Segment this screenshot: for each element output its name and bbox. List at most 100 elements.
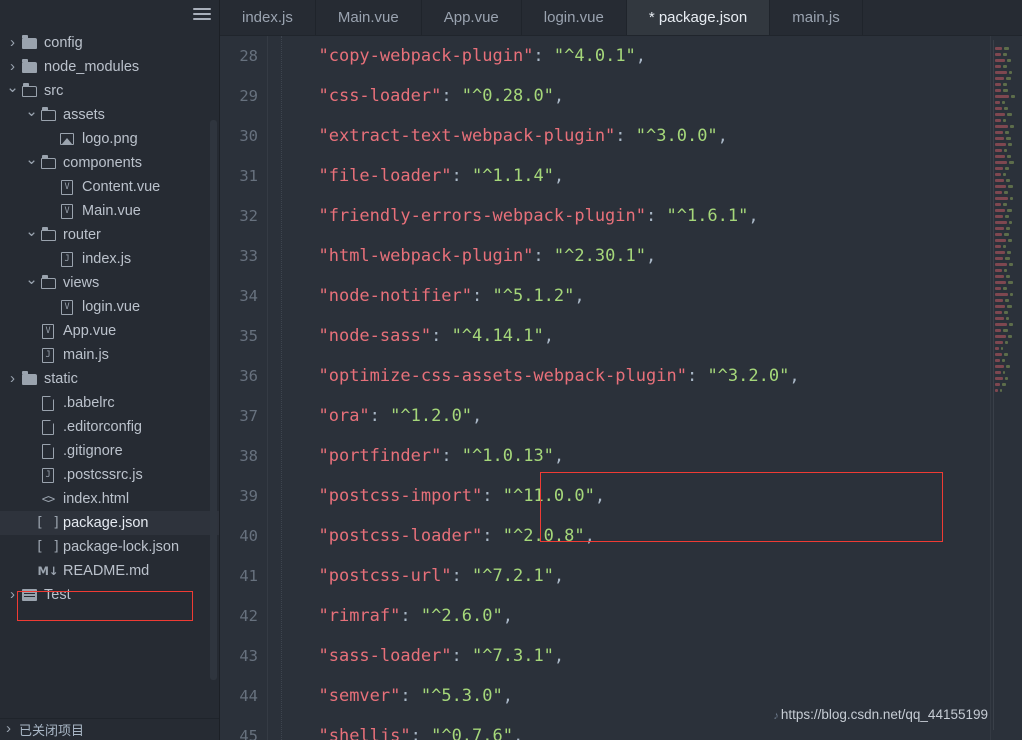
- chevron-down-icon[interactable]: [25, 276, 38, 291]
- code-line[interactable]: "file-loader": "^1.1.4",: [298, 156, 1022, 196]
- tree-item-readme-md[interactable]: M↓ README.md: [0, 559, 220, 583]
- tree-item-components[interactable]: components: [0, 151, 220, 175]
- code-line[interactable]: "rimraf": "^2.6.0",: [298, 596, 1022, 636]
- folder-icon: [21, 370, 37, 385]
- tree-item-content-vue[interactable]: V Content.vue: [0, 175, 220, 199]
- code-comma: ,: [502, 686, 513, 706]
- tree-item-label: node_modules: [44, 59, 140, 75]
- code-line[interactable]: "sass-loader": "^7.3.1",: [298, 636, 1022, 676]
- tree-item-assets[interactable]: assets: [0, 103, 220, 127]
- tab-label: main.js: [792, 9, 840, 26]
- code-line[interactable]: "postcss-loader": "^2.0.8",: [298, 516, 1022, 556]
- code-line[interactable]: "css-loader": "^0.28.0",: [298, 76, 1022, 116]
- chevron-down-icon[interactable]: [25, 228, 38, 243]
- tree-item-label: components: [63, 155, 142, 171]
- tree-item-label: index.js: [82, 251, 132, 267]
- tab-login-vue[interactable]: login.vue: [522, 0, 627, 35]
- code-text[interactable]: "copy-webpack-plugin": "^4.0.1", "css-lo…: [282, 36, 1022, 740]
- hamburger-bar: [193, 8, 211, 10]
- chevron-right-icon[interactable]: [6, 372, 19, 387]
- tree-item-views[interactable]: views: [0, 271, 220, 295]
- code-line[interactable]: "postcss-url": "^7.2.1",: [298, 556, 1022, 596]
- code-line[interactable]: "copy-webpack-plugin": "^4.0.1",: [298, 36, 1022, 76]
- tab-package-json[interactable]: * package.json: [626, 0, 771, 35]
- code-line[interactable]: "friendly-errors-webpack-plugin": "^1.6.…: [298, 196, 1022, 236]
- code-key: "shelljs": [318, 726, 411, 740]
- code-value: "^0.28.0": [461, 86, 554, 106]
- code-minimap[interactable]: [990, 36, 1022, 740]
- plain-file-icon: [42, 443, 54, 459]
- line-number: 45: [239, 727, 258, 740]
- tree-item-index-js[interactable]: Jindex.js: [0, 247, 220, 271]
- module-icon-slot: [19, 586, 39, 604]
- code-line[interactable]: "optimize-css-assets-webpack-plugin": "^…: [298, 356, 1022, 396]
- tree-item-node-modules[interactable]: node_modules: [0, 55, 220, 79]
- chevron-down-icon[interactable]: [25, 156, 38, 171]
- tree-item-package-lock-json[interactable]: [ ] package-lock.json: [0, 535, 220, 559]
- chevron-right-icon[interactable]: [6, 60, 19, 75]
- tree-item--gitignore[interactable]: .gitignore: [0, 439, 220, 463]
- tree-item-test[interactable]: Test: [0, 583, 220, 607]
- code-line[interactable]: "node-sass": "^4.14.1",: [298, 316, 1022, 356]
- js-icon-slot: J: [57, 250, 77, 268]
- line-number: 29: [239, 87, 258, 105]
- folder-icon: [21, 34, 37, 49]
- code-key: "html-webpack-plugin": [318, 246, 534, 266]
- chevron-down-icon[interactable]: [25, 108, 38, 123]
- hamburger-menu-icon[interactable]: [193, 8, 211, 22]
- minimap-value-segment: [1005, 341, 1008, 345]
- vue-icon-slot: V: [38, 322, 58, 340]
- minimap-value-segment: [1011, 95, 1015, 99]
- tree-item-main-vue[interactable]: V Main.vue: [0, 199, 220, 223]
- tree-item-app-vue[interactable]: V App.vue: [0, 319, 220, 343]
- code-line[interactable]: "extract-text-webpack-plugin": "^3.0.0",: [298, 116, 1022, 156]
- closed-projects-bar[interactable]: 已关闭项目: [0, 718, 220, 740]
- code-comma: ,: [635, 46, 647, 66]
- tree-item-router[interactable]: router: [0, 223, 220, 247]
- image-file-icon: [60, 133, 74, 145]
- code-line[interactable]: "node-notifier": "^5.1.2",: [298, 276, 1022, 316]
- sidebar-header: [0, 0, 220, 29]
- tree-item-package-json[interactable]: [ ] package.json: [0, 511, 220, 535]
- tree-item--postcssrc-js[interactable]: J .postcssrc.js: [0, 463, 220, 487]
- code-fold-column[interactable]: [268, 36, 282, 740]
- line-number: 41: [239, 567, 258, 585]
- tree-item--editorconfig[interactable]: .editorconfig: [0, 415, 220, 439]
- tree-item--babelrc[interactable]: .babelrc: [0, 391, 220, 415]
- tree-item-label: Content.vue: [82, 179, 161, 195]
- tab-main-js[interactable]: main.js: [770, 0, 863, 35]
- tree-item-index-html[interactable]: <> index.html: [0, 487, 220, 511]
- tab-main-vue[interactable]: Main.vue: [316, 0, 422, 35]
- code-line[interactable]: "ora": "^1.2.0",: [298, 396, 1022, 436]
- chevron-right-icon[interactable]: [6, 36, 19, 51]
- tab-app-vue[interactable]: App.vue: [422, 0, 522, 35]
- tree-item-config[interactable]: config: [0, 31, 220, 55]
- tree-item-label: config: [44, 35, 83, 51]
- tab-label: Main.vue: [337, 9, 399, 26]
- html-file-icon: <>: [41, 492, 55, 506]
- tree-item-src[interactable]: src: [0, 79, 220, 103]
- chevron-down-icon[interactable]: [6, 84, 19, 99]
- tree-item-login-vue[interactable]: Vlogin.vue: [0, 295, 220, 319]
- code-line[interactable]: "html-webpack-plugin": "^2.30.1",: [298, 236, 1022, 276]
- sidebar-scrollbar[interactable]: [210, 120, 217, 680]
- line-number: 42: [239, 607, 258, 625]
- tree-item-static[interactable]: static: [0, 367, 220, 391]
- folder-open-icon: [40, 106, 56, 121]
- file-icon-slot: [38, 418, 58, 436]
- tree-item-main-js[interactable]: Jmain.js: [0, 343, 220, 367]
- code-comma: ,: [553, 86, 565, 106]
- code-separator: :: [533, 46, 554, 66]
- code-line[interactable]: "portfinder": "^1.0.13",: [298, 436, 1022, 476]
- code-line[interactable]: "postcss-import": "^11.0.0",: [298, 476, 1022, 516]
- chevron-right-icon[interactable]: [6, 588, 19, 603]
- editor-tabbar[interactable]: index.js Main.vue App.vue login.vue * packag…: [220, 0, 1022, 36]
- tree-item-logo-png[interactable]: logo.png: [0, 127, 220, 151]
- file-tree[interactable]: config node_modulessrc assets logo.png compo…: [0, 29, 220, 719]
- tab-index-js[interactable]: index.js: [220, 0, 316, 35]
